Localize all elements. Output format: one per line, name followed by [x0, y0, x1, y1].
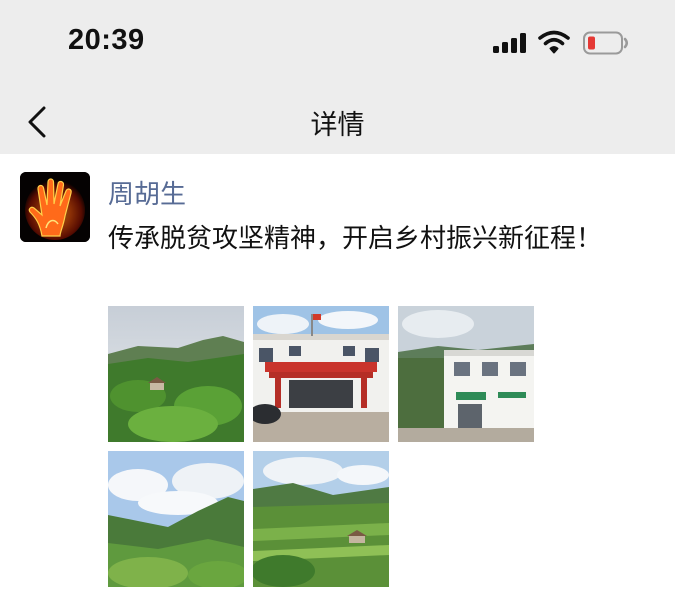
hand-fire-avatar-image: [20, 172, 90, 242]
village-office-building-photo[interactable]: [253, 306, 389, 442]
post-text: 传承脱贫攻坚精神，开启乡村振兴新征程！: [108, 224, 603, 254]
wifi-icon: [538, 30, 570, 54]
mountain-village-photo[interactable]: [108, 306, 244, 442]
white-building-photo[interactable]: [398, 306, 534, 442]
signal-bars-icon: [493, 33, 526, 53]
hillside-fields-photo[interactable]: [253, 451, 389, 587]
cloudy-mountains-photo[interactable]: [108, 451, 244, 587]
moment-post: 周胡生 传承脱贫攻坚精神，开启乡村振兴新征程！: [0, 154, 675, 595]
battery-low-icon: [583, 31, 628, 55]
page-title: 详情: [310, 110, 365, 141]
avatar[interactable]: [20, 172, 90, 242]
post-author-name[interactable]: 周胡生: [108, 174, 186, 211]
nav-bar: 详情: [0, 86, 675, 154]
status-time: 20:39: [68, 24, 145, 56]
status-bar: 20:39: [0, 0, 675, 86]
